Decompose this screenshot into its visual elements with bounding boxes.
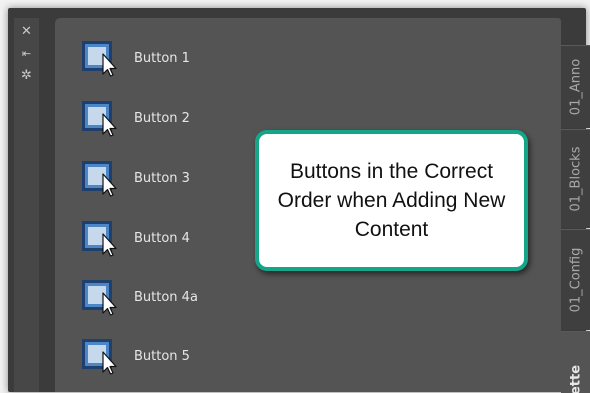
palette-tab-strip: 01_Anno 01_Blocks 01_Config ette bbox=[561, 45, 590, 393]
tool-button-label: Button 5 bbox=[134, 348, 190, 364]
button-tool-icon bbox=[82, 280, 117, 316]
tab-01-config[interactable]: 01_Config bbox=[561, 229, 590, 330]
tool-button-label: Button 1 bbox=[134, 50, 190, 66]
tab-label: 01_Blocks bbox=[568, 146, 583, 212]
tab-active-palette[interactable]: ette bbox=[561, 331, 590, 393]
tab-label: 01_Anno bbox=[568, 58, 583, 116]
tab-label: 01_Config bbox=[568, 247, 583, 313]
tab-01-anno[interactable]: 01_Anno bbox=[561, 45, 590, 128]
button-tool-icon bbox=[82, 101, 117, 137]
close-icon[interactable]: ✕ bbox=[14, 24, 39, 40]
tool-button-4a[interactable]: Button 4a bbox=[80, 277, 198, 317]
tool-button-label: Button 4 bbox=[134, 230, 190, 246]
palette-titlebar[interactable]: ✕ ⇤ ✲ bbox=[14, 18, 39, 392]
tool-button-4[interactable]: Button 4 bbox=[80, 218, 190, 258]
tool-button-5[interactable]: Button 5 bbox=[80, 336, 190, 376]
annotation-callout: Buttons in the Correct Order when Adding… bbox=[255, 130, 528, 271]
auto-hide-icon[interactable]: ⇤ bbox=[14, 46, 39, 62]
button-tool-icon bbox=[82, 161, 117, 197]
tab-label: ette bbox=[568, 364, 583, 393]
properties-icon[interactable]: ✲ bbox=[14, 68, 39, 84]
tab-01-blocks[interactable]: 01_Blocks bbox=[561, 129, 590, 228]
tool-button-3[interactable]: Button 3 bbox=[80, 158, 190, 198]
button-tool-icon bbox=[82, 221, 117, 257]
tool-button-1[interactable]: Button 1 bbox=[80, 38, 190, 78]
tool-button-2[interactable]: Button 2 bbox=[80, 98, 190, 138]
tool-button-label: Button 3 bbox=[134, 170, 190, 186]
callout-text: Buttons in the Correct Order when Adding… bbox=[277, 160, 506, 241]
tool-button-label: Button 4a bbox=[134, 289, 198, 305]
button-tool-icon bbox=[82, 41, 117, 77]
button-tool-icon bbox=[82, 339, 117, 375]
tool-button-label: Button 2 bbox=[134, 110, 190, 126]
